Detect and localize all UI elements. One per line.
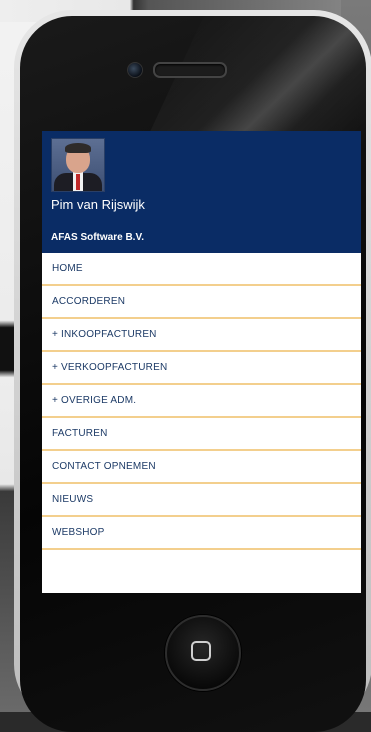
nav-menu: HOME ACCORDEREN + INKOOPFACTUREN + VERKO… (42, 253, 361, 550)
front-camera-icon (127, 62, 143, 78)
menu-item-nieuws[interactable]: NIEUWS (42, 484, 361, 517)
avatar[interactable] (51, 138, 105, 192)
profile-header: Pim van Rijswijk AFAS Software B.V. (42, 131, 361, 253)
menu-item-webshop[interactable]: WEBSHOP (42, 517, 361, 550)
phone-screen: Pim van Rijswijk AFAS Software B.V. HOME… (42, 131, 361, 593)
menu-item-overige-adm[interactable]: + OVERIGE ADM. (42, 385, 361, 418)
menu-item-home[interactable]: HOME (42, 253, 361, 286)
menu-item-accorderen[interactable]: ACCORDEREN (42, 286, 361, 319)
profile-name: Pim van Rijswijk (51, 197, 145, 212)
profile-company: AFAS Software B.V. (51, 232, 144, 243)
home-button-icon[interactable] (165, 615, 241, 691)
speaker-grille-icon (153, 62, 227, 78)
menu-item-inkoopfacturen[interactable]: + INKOOPFACTUREN (42, 319, 361, 352)
home-square-icon (191, 641, 211, 661)
menu-item-verkoopfacturen[interactable]: + VERKOOPFACTUREN (42, 352, 361, 385)
menu-item-contact-opnemen[interactable]: CONTACT OPNEMEN (42, 451, 361, 484)
menu-item-facturen[interactable]: FACTUREN (42, 418, 361, 451)
